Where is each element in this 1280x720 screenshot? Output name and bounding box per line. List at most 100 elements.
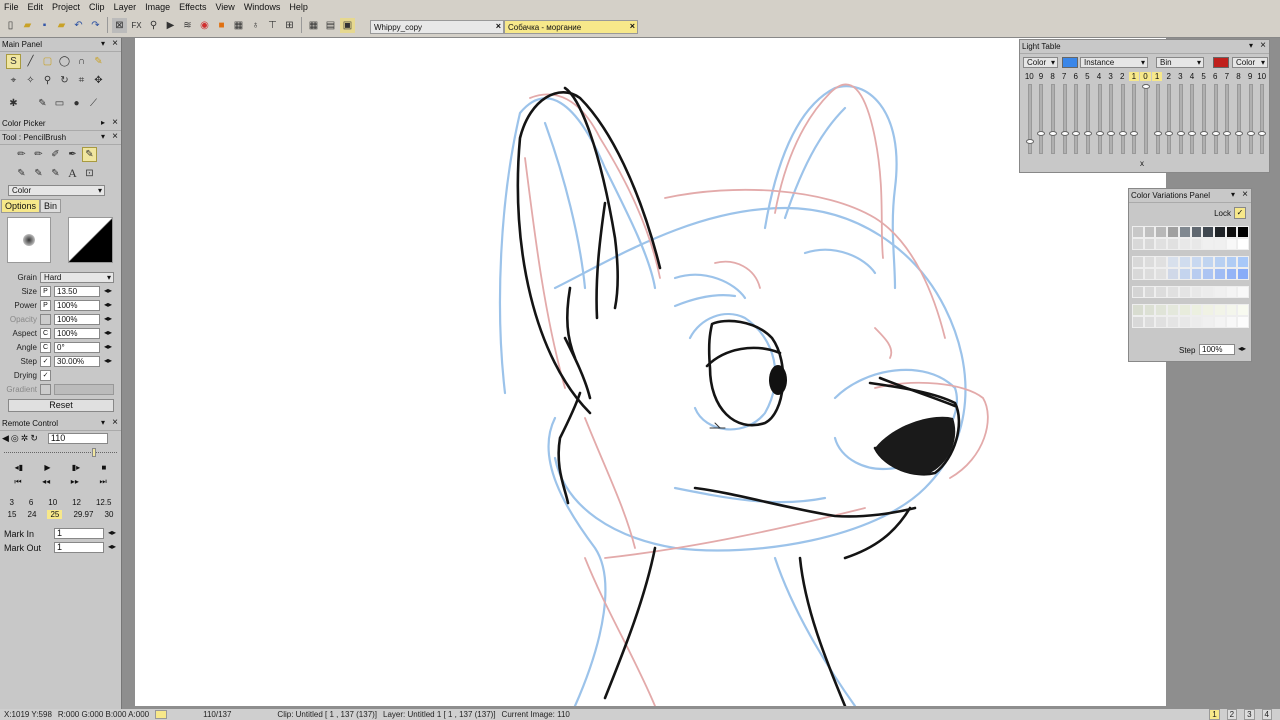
dropdown-arrow-icon[interactable]: ▾ — [101, 132, 105, 141]
color-variation-swatch[interactable] — [1155, 286, 1168, 298]
close-icon[interactable]: × — [112, 38, 118, 49]
menu-view[interactable]: View — [213, 2, 241, 12]
opacity-slider-thumb[interactable] — [1234, 131, 1243, 136]
spin-arrows-icon[interactable]: ◂▸ — [1238, 344, 1246, 353]
fps-option-selected[interactable]: 25 — [47, 510, 63, 519]
fps-option[interactable]: 10 — [48, 498, 57, 507]
opacity-slider-track[interactable] — [1085, 84, 1090, 154]
opacity-slider-track[interactable] — [1120, 84, 1125, 154]
menu-project[interactable]: Project — [50, 2, 87, 12]
next-key-icon[interactable]: ▸▸ — [71, 477, 79, 487]
dropdown-arrow-icon[interactable]: ▾ — [101, 39, 105, 48]
close-icon[interactable]: × — [1242, 189, 1248, 200]
color-variation-swatch[interactable] — [1167, 304, 1179, 316]
marker-preset-icon[interactable]: ✐ — [48, 147, 63, 162]
drying-checkbox[interactable]: ✓ — [40, 370, 51, 381]
fps-option[interactable]: 24 — [28, 510, 37, 519]
light-table-icon[interactable]: ▦ — [231, 18, 246, 33]
color-variation-swatch[interactable] — [1213, 256, 1226, 268]
slider-thumb[interactable] — [92, 448, 96, 457]
color-variation-swatch[interactable] — [1190, 226, 1203, 238]
color-variation-swatch[interactable] — [1213, 286, 1226, 298]
left-color-swatch[interactable] — [1062, 57, 1078, 68]
color-variation-swatch[interactable] — [1143, 226, 1156, 238]
menu-edit[interactable]: Edit — [26, 2, 51, 12]
brush-preset-icon[interactable]: ✎ — [48, 166, 63, 181]
color-variation-swatch[interactable] — [1178, 238, 1191, 250]
last-frame-icon[interactable]: ⏭ — [99, 477, 106, 487]
tab-bin[interactable]: Bin — [40, 199, 62, 213]
opacity-slider-thumb[interactable] — [1095, 131, 1104, 136]
play-icon[interactable]: ▶ — [44, 463, 50, 472]
opacity-slider-thumb[interactable] — [1060, 131, 1069, 136]
color-variation-swatch[interactable] — [1202, 238, 1214, 250]
pen-preset-icon[interactable]: ✒ — [65, 147, 80, 162]
fps-option[interactable]: 3 — [9, 498, 13, 507]
opacity-slider-track[interactable] — [1109, 84, 1114, 154]
brush-icon[interactable]: ✎ — [35, 96, 50, 111]
opacity-slider-track[interactable] — [1039, 84, 1044, 154]
color-variation-swatch[interactable] — [1155, 226, 1168, 238]
color-variation-swatch[interactable] — [1202, 256, 1214, 268]
opacity-slider-track[interactable] — [1178, 84, 1183, 154]
color-variation-swatch[interactable] — [1225, 304, 1238, 316]
dropdown-arrow-icon[interactable]: ▾ — [1231, 190, 1235, 199]
step-input[interactable]: 100% — [1199, 344, 1235, 355]
fps-option[interactable]: 6 — [29, 498, 33, 507]
angle-input[interactable]: 0° — [54, 342, 100, 353]
loop-icon[interactable]: ✲ — [21, 433, 29, 444]
brush-preset-icon[interactable]: ✎ — [14, 166, 29, 181]
aspect-input[interactable]: 100% — [54, 328, 100, 339]
color-variation-swatch[interactable] — [1155, 304, 1168, 316]
pencil-preset-icon[interactable]: ✏ — [31, 147, 46, 162]
fill-tool-icon[interactable]: ✎ — [91, 54, 106, 69]
lasso-tool-icon[interactable]: ∩ — [74, 54, 89, 69]
color-variation-swatch[interactable] — [1190, 268, 1203, 280]
gradient-swatch[interactable] — [54, 384, 114, 395]
eraser-icon[interactable]: ▭ — [52, 96, 67, 111]
spin-arrows-icon[interactable]: ◂▸ — [104, 342, 112, 351]
color-variation-swatch[interactable] — [1237, 286, 1250, 298]
sound-icon[interactable]: ◀ — [2, 433, 9, 444]
opacity-slider-track[interactable] — [1202, 84, 1207, 154]
color-variation-swatch[interactable] — [1143, 286, 1156, 298]
dropdown-arrow-icon[interactable]: ▾ — [101, 418, 105, 427]
save-icon[interactable]: ▪ — [37, 18, 52, 33]
opacity-slider-thumb[interactable] — [1025, 139, 1034, 144]
fps-option[interactable]: 30 — [105, 510, 114, 519]
expand-arrow-icon[interactable]: ▸ — [101, 118, 105, 127]
opacity-slider-thumb[interactable] — [1165, 131, 1174, 136]
tab-whippy-copy[interactable]: Whippy_copy × — [370, 20, 504, 34]
color-variation-swatch[interactable] — [1155, 268, 1168, 280]
color-variation-swatch[interactable] — [1202, 226, 1214, 238]
color-variation-swatch[interactable] — [1167, 238, 1179, 250]
grid-alt-icon[interactable]: ▤ — [323, 18, 338, 33]
undo-icon[interactable]: ↶ — [71, 18, 86, 33]
frame-offset-number[interactable]: 8 — [1233, 72, 1244, 81]
menu-windows[interactable]: Windows — [242, 2, 288, 12]
pressure-toggle[interactable]: P — [40, 286, 51, 297]
open-folder-icon[interactable]: ▰ — [20, 18, 35, 33]
constant-toggle[interactable]: C — [40, 342, 51, 353]
opacity-slider-track[interactable] — [1155, 84, 1160, 154]
light-table-color-select[interactable]: Color — [1023, 57, 1058, 68]
frame-offset-number[interactable]: 1 — [1128, 72, 1140, 81]
tab-options[interactable]: Options — [1, 199, 41, 213]
fps-option[interactable]: 29.97 — [73, 510, 93, 519]
opacity-slider-thumb[interactable] — [1258, 131, 1267, 136]
opacity-slider-track[interactable] — [1074, 84, 1079, 154]
close-icon[interactable]: × — [112, 417, 118, 428]
transform-icon[interactable]: ⊞ — [282, 18, 297, 33]
color-variation-swatch[interactable] — [1132, 316, 1144, 328]
color-variation-swatch[interactable] — [1143, 268, 1156, 280]
fps-option[interactable]: 12 — [72, 498, 81, 507]
color-variation-swatch[interactable] — [1237, 268, 1250, 280]
color-variation-swatch[interactable] — [1190, 304, 1203, 316]
frame-offset-number[interactable]: 8 — [1047, 72, 1058, 81]
play-icon[interactable]: ▶ — [163, 18, 178, 33]
color-variation-swatch[interactable] — [1190, 256, 1203, 268]
color-variation-swatch[interactable] — [1167, 226, 1179, 238]
color-variation-swatch[interactable] — [1202, 286, 1214, 298]
close-icon[interactable]: × — [630, 21, 635, 31]
step-checkbox[interactable]: ✓ — [40, 356, 51, 367]
